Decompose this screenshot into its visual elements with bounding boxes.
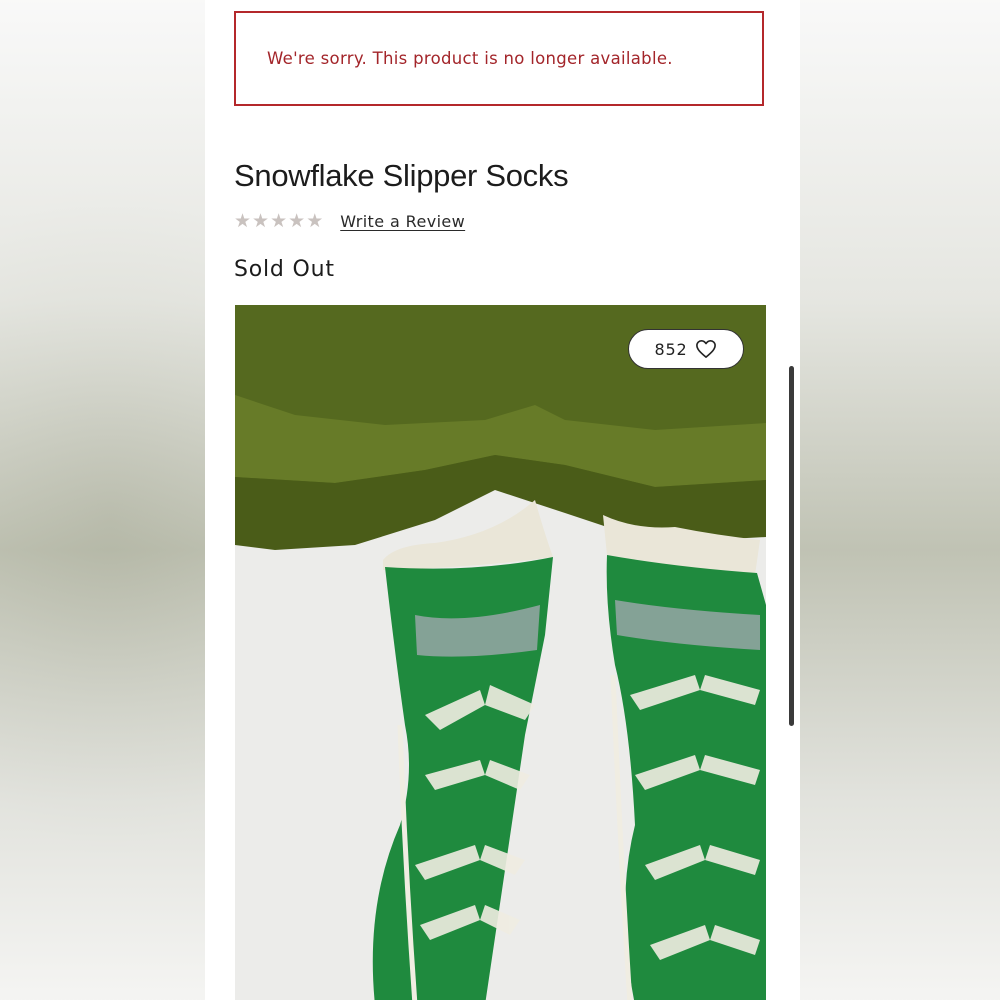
product-page: We're sorry. This product is no longer a… (205, 0, 800, 1000)
background-left-blur (0, 0, 205, 1000)
background-right-blur (800, 0, 1000, 1000)
page-scrollbar[interactable] (789, 366, 794, 726)
sold-out-label: Sold Out (234, 257, 335, 282)
star-icon: ★ (252, 209, 270, 232)
write-review-link[interactable]: Write a Review (340, 212, 465, 231)
product-image[interactable]: 852 (235, 305, 766, 1000)
product-photo (235, 305, 766, 1000)
alert-message: We're sorry. This product is no longer a… (267, 49, 673, 68)
star-rating: ★ ★ ★ ★ ★ (234, 209, 324, 232)
heart-outline-icon (696, 340, 717, 358)
star-icon: ★ (288, 209, 306, 232)
unavailable-alert: We're sorry. This product is no longer a… (234, 11, 764, 106)
star-icon: ★ (306, 209, 324, 232)
star-icon: ★ (234, 209, 252, 232)
rating-row: ★ ★ ★ ★ ★ Write a Review (234, 206, 465, 236)
favorite-count: 852 (654, 339, 688, 359)
star-icon: ★ (270, 209, 288, 232)
favorite-button[interactable]: 852 (628, 329, 744, 369)
product-title: Snowflake Slipper Socks (234, 158, 569, 193)
